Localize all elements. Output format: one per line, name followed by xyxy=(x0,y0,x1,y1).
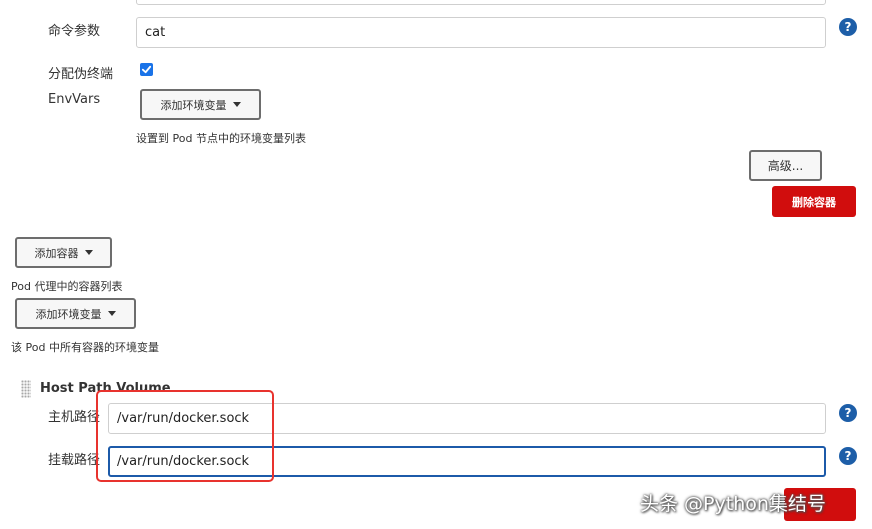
caret-down-icon xyxy=(107,311,116,316)
help-icon[interactable]: ? xyxy=(839,447,857,465)
advanced-button-label: 高级... xyxy=(767,159,804,173)
containers-description: Pod 代理中的容器列表 xyxy=(11,280,123,293)
delete-container-button[interactable]: 删除容器 xyxy=(772,186,856,217)
env-vars-label: EnvVars xyxy=(48,92,101,107)
add-pod-env-var-button-label: 添加环境变量 xyxy=(35,307,102,321)
add-env-var-button[interactable]: 添加环境变量 xyxy=(140,89,261,120)
add-container-button-label: 添加容器 xyxy=(34,246,79,260)
pod-env-description: 该 Pod 中所有容器的环境变量 xyxy=(11,341,159,354)
mount-path-label: 挂载路径 xyxy=(48,453,101,468)
help-icon[interactable]: ? xyxy=(839,404,857,422)
checkmark-icon xyxy=(141,65,152,74)
previous-field-input[interactable] xyxy=(136,0,826,5)
add-pod-env-var-button[interactable]: 添加环境变量 xyxy=(15,298,136,329)
pseudo-terminal-label: 分配伪终端 xyxy=(48,67,114,82)
host-path-label: 主机路径 xyxy=(48,410,101,425)
command-args-label: 命令参数 xyxy=(48,24,101,39)
drag-handle-icon[interactable] xyxy=(21,380,31,398)
caret-down-icon xyxy=(232,102,241,107)
caret-down-icon xyxy=(84,250,93,255)
advanced-button[interactable]: 高级... xyxy=(749,150,822,181)
env-vars-description: 设置到 Pod 节点中的环境变量列表 xyxy=(136,132,306,145)
add-container-button[interactable]: 添加容器 xyxy=(15,237,112,268)
watermark-text: 头条 @Python集结号 xyxy=(640,493,826,515)
highlight-annotation-box xyxy=(96,390,274,482)
pseudo-terminal-checkbox[interactable] xyxy=(140,63,153,76)
add-env-var-button-label: 添加环境变量 xyxy=(160,98,227,112)
command-args-input[interactable] xyxy=(136,17,826,48)
help-icon[interactable]: ? xyxy=(839,18,857,36)
